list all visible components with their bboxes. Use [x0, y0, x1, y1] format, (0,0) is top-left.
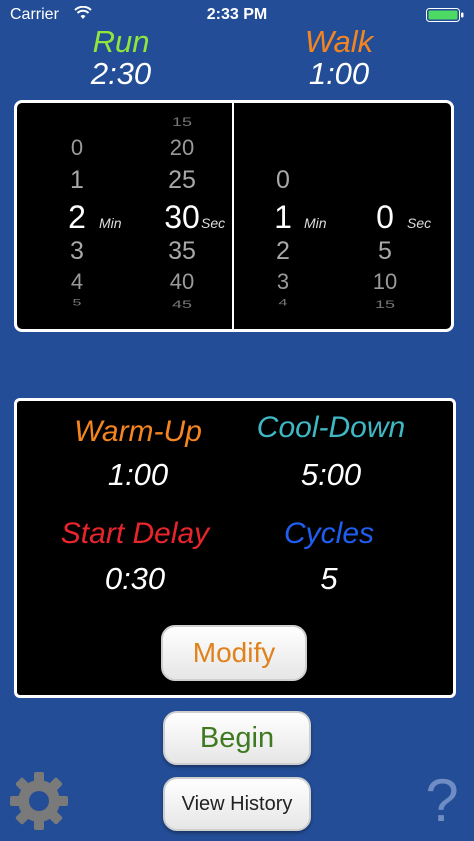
view-history-button[interactable]: View History — [163, 777, 311, 831]
picker-item: 15 — [171, 115, 193, 129]
picker-item: 4 — [70, 269, 84, 294]
cycles-value: 5 — [320, 561, 338, 596]
picker-item: 10 — [372, 269, 398, 294]
cooldown-label: Cool-Down — [256, 411, 406, 444]
walk-seconds-wheel[interactable]: 0 5 10 15 — [355, 103, 415, 329]
picker-item: 0 — [276, 166, 290, 194]
picker-item: 20 — [169, 135, 195, 160]
picker-item: 35 — [168, 237, 196, 265]
help-icon[interactable]: ? — [420, 768, 464, 834]
battery-icon — [426, 8, 464, 22]
begin-button[interactable]: Begin — [163, 711, 311, 765]
run-minutes-wheel[interactable]: 0 1 2 3 4 5 — [47, 103, 107, 329]
picker-item-selected: 2 — [68, 199, 86, 235]
modify-button[interactable]: Modify — [161, 625, 307, 681]
picker-item: 2 — [276, 237, 290, 265]
picker-item: 4 — [278, 297, 288, 308]
picker-item: 25 — [168, 166, 196, 194]
run-time: 2:30 — [90, 56, 152, 91]
picker-item: 3 — [276, 269, 290, 294]
picker-item: 5 — [378, 237, 392, 265]
picker-item: 40 — [169, 269, 195, 294]
picker-divider — [232, 103, 234, 329]
run-seconds-unit: Sec — [201, 215, 226, 231]
gear-icon[interactable] — [8, 770, 70, 832]
picker-item: 45 — [171, 298, 193, 311]
warmup-value: 1:00 — [107, 457, 169, 492]
picker-item: 3 — [70, 237, 84, 265]
run-minutes-unit: Min — [99, 215, 122, 231]
walk-time: 1:00 — [308, 56, 370, 91]
cycles-label: Cycles — [283, 517, 374, 550]
picker-item: 5 — [72, 297, 82, 308]
cooldown-value: 5:00 — [300, 457, 362, 492]
picker-item: 15 — [374, 298, 396, 311]
picker-item-selected: 0 — [376, 199, 394, 235]
interval-settings-panel: Warm-Up 1:00 Cool-Down 5:00 Start Delay … — [14, 398, 456, 698]
walk-seconds-unit: Sec — [407, 215, 432, 231]
walk-label: Walk — [304, 24, 374, 59]
time-picker: 0 1 2 3 4 5 Min 15 20 25 30 35 40 45 Sec… — [14, 100, 454, 332]
run-label: Run — [92, 24, 150, 59]
walk-minutes-unit: Min — [304, 215, 327, 231]
warmup-label: Warm-Up — [74, 415, 202, 448]
picker-item: 1 — [70, 166, 84, 194]
status-time: 2:33 PM — [206, 6, 268, 23]
picker-item: 0 — [70, 135, 84, 160]
start-delay-value: 0:30 — [104, 561, 166, 596]
start-delay-label: Start Delay — [60, 517, 210, 550]
